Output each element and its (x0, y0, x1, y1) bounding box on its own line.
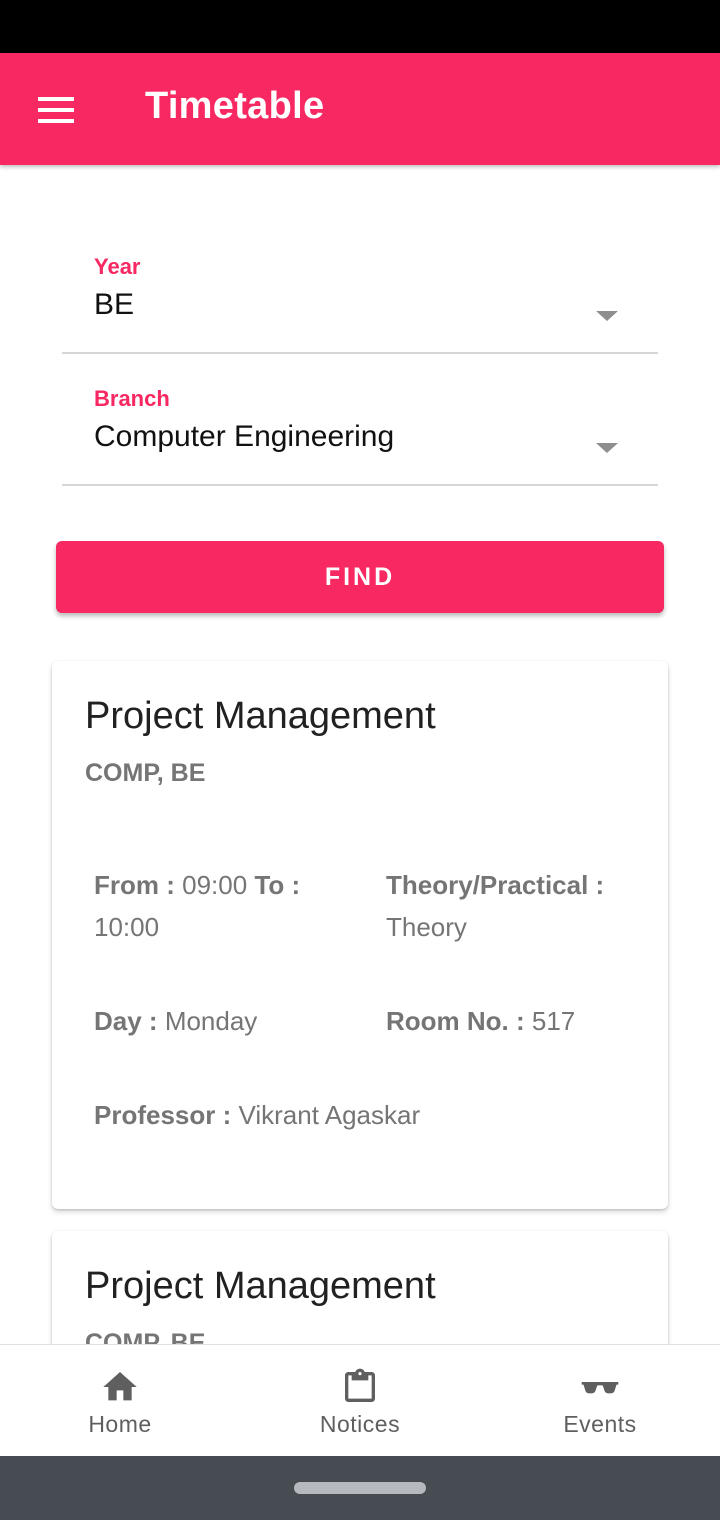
professor-value: Vikrant Agaskar (238, 1100, 421, 1130)
main-content[interactable]: Year BE Branch Computer Engineering FIND… (0, 165, 720, 1344)
nav-label-notices: Notices (319, 1411, 401, 1437)
from-value: 09:00 (182, 870, 248, 900)
room-value: 517 (531, 1006, 576, 1036)
day-value: Monday (164, 1006, 258, 1036)
year-value: BE (94, 288, 135, 321)
branch-label: Branch (94, 386, 170, 411)
nav-label-events: Events (563, 1411, 637, 1437)
menu-icon[interactable] (38, 97, 74, 123)
sunglasses-icon (581, 1382, 619, 1394)
professor-label: Professor : (94, 1100, 232, 1130)
card-title: Project Management (85, 695, 436, 737)
status-bar (0, 0, 720, 53)
nav-label-home: Home (88, 1411, 152, 1437)
card-subtitle: COMP, BE (85, 759, 206, 787)
dropdown-arrow-icon (596, 443, 618, 453)
year-dropdown[interactable]: Year BE (62, 254, 658, 354)
branch-dropdown[interactable]: Branch Computer Engineering (62, 386, 658, 486)
type-value: Theory (386, 912, 467, 942)
card-subtitle: COMP, BE (85, 1329, 206, 1344)
year-label: Year (94, 254, 141, 279)
page-title: Timetable (145, 85, 325, 127)
clipboard-icon (345, 1368, 375, 1402)
branch-value: Computer Engineering (94, 420, 395, 453)
dropdown-arrow-icon (596, 311, 618, 321)
time-info: From : 09:00 To : 10:00 (94, 864, 354, 948)
day-info: Day : Monday (94, 1000, 364, 1042)
find-button[interactable]: FIND (56, 541, 664, 613)
to-label: To : (254, 870, 301, 900)
type-info: Theory/Practical : Theory (386, 864, 656, 948)
home-icon (103, 1372, 137, 1401)
nav-item-events[interactable]: Events (480, 1345, 720, 1457)
home-gesture-handle[interactable] (294, 1482, 426, 1494)
type-label: Theory/Practical : (386, 870, 605, 900)
system-navigation-bar (0, 1456, 720, 1520)
professor-info: Professor : Vikrant Agaskar (94, 1094, 634, 1136)
from-label: From : (94, 870, 175, 900)
day-label: Day : (94, 1006, 158, 1036)
room-info: Room No. : 517 (386, 1000, 656, 1042)
bottom-navigation: Home Notices Events (0, 1344, 720, 1456)
timetable-card: Project Management COMP, BE From : 09:00… (52, 661, 668, 1209)
nav-item-home[interactable]: Home (0, 1345, 240, 1457)
timetable-card: Project Management COMP, BE (52, 1231, 668, 1344)
nav-item-notices[interactable]: Notices (240, 1345, 480, 1457)
card-title: Project Management (85, 1265, 436, 1307)
app-bar: Timetable (0, 53, 720, 165)
to-value: 10:00 (94, 912, 160, 942)
room-label: Room No. : (386, 1006, 525, 1036)
